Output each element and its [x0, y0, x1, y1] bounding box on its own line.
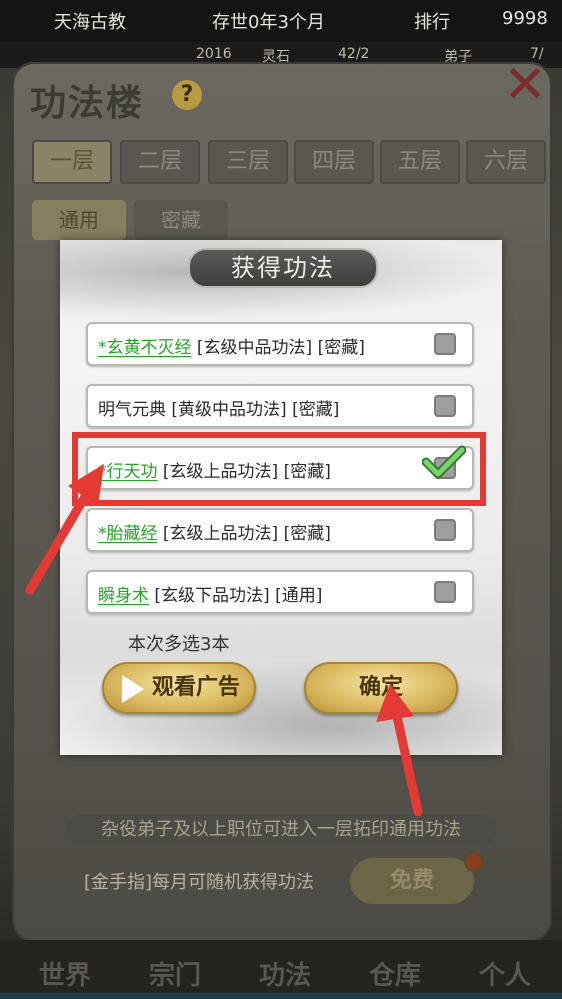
tab-floor-1[interactable]: 一层 — [32, 140, 112, 184]
skill-tags: [黄级中品功法] [密藏] — [171, 400, 340, 420]
close-icon[interactable]: ✕ — [500, 59, 550, 111]
confirm-button[interactable]: 确定 — [304, 662, 458, 714]
watch-ad-button[interactable]: 观看广告 — [102, 662, 256, 714]
tab-floor-6[interactable]: 六层 — [466, 140, 546, 184]
skill-name[interactable]: 瞬身术 — [98, 586, 149, 606]
highlight-box — [72, 432, 486, 506]
tab-floor-4[interactable]: 四层 — [294, 140, 374, 184]
skill-checkbox[interactable] — [434, 581, 456, 603]
top-status-bar: 天海古教 存世0年3个月 排行 9998 — [0, 0, 562, 44]
skill-checkbox[interactable] — [434, 395, 456, 417]
bottom-strip — [0, 993, 562, 999]
nav-storage[interactable]: 仓库 — [360, 955, 430, 992]
pick-limit-hint: 本次多选3本 — [128, 634, 230, 655]
tab-secret[interactable]: 密藏 — [134, 200, 228, 240]
skill-name[interactable]: *玄黄不灭经 — [98, 338, 192, 358]
nav-personal[interactable]: 个人 — [470, 955, 540, 992]
skill-checkbox[interactable] — [434, 519, 456, 541]
skill-row-taizang[interactable]: *胎藏经 [玄级上品功法] [密藏] — [86, 508, 474, 552]
skill-row-shunshen[interactable]: 瞬身术 [玄级下品功法] [通用] — [86, 570, 474, 614]
tab-general[interactable]: 通用 — [32, 200, 126, 240]
resource-3: 42/2 — [338, 46, 370, 62]
sect-name: 天海古教 — [54, 12, 126, 33]
skill-row-xuanhuang[interactable]: *玄黄不灭经 [玄级中品功法] [密藏] — [86, 322, 474, 366]
skill-name[interactable]: 明气元典 — [98, 400, 166, 420]
rank-label: 排行 — [414, 12, 450, 33]
resource-1: 2016 — [196, 46, 232, 62]
cheat-text: [金手指]每月可随机获得功法 — [84, 872, 315, 893]
panel-title: 功法楼 — [30, 83, 145, 124]
dialog-title: 获得功法 — [188, 248, 378, 288]
skill-tags: [玄级上品功法] [密藏] — [162, 524, 331, 544]
access-rule-text: 杂役弟子及以上职位可进入一层拓印通用功法 — [66, 814, 496, 846]
sect-age: 存世0年3个月 — [212, 12, 325, 33]
skill-tags: [玄级下品功法] [通用] — [154, 586, 323, 606]
help-icon[interactable]: ? — [172, 80, 202, 110]
nav-world[interactable]: 世界 — [30, 955, 100, 992]
notification-dot-icon — [464, 852, 484, 872]
tab-floor-3[interactable]: 三层 — [208, 140, 288, 184]
play-icon — [122, 675, 144, 703]
watch-ad-label: 观看广告 — [152, 675, 241, 700]
free-button[interactable]: 免费 — [350, 858, 474, 904]
tab-floor-2[interactable]: 二层 — [120, 140, 200, 184]
skill-checkbox[interactable] — [434, 333, 456, 355]
tab-floor-5[interactable]: 五层 — [380, 140, 460, 184]
skill-name[interactable]: *胎藏经 — [98, 524, 158, 544]
nav-gongfa[interactable]: 功法 — [250, 955, 320, 992]
skill-row-mingqi[interactable]: 明气元典 [黄级中品功法] [密藏] — [86, 384, 474, 428]
rank-value: 9998 — [502, 8, 548, 29]
skill-tags: [玄级中品功法] [密藏] — [196, 338, 365, 358]
nav-sect[interactable]: 宗门 — [140, 955, 210, 992]
